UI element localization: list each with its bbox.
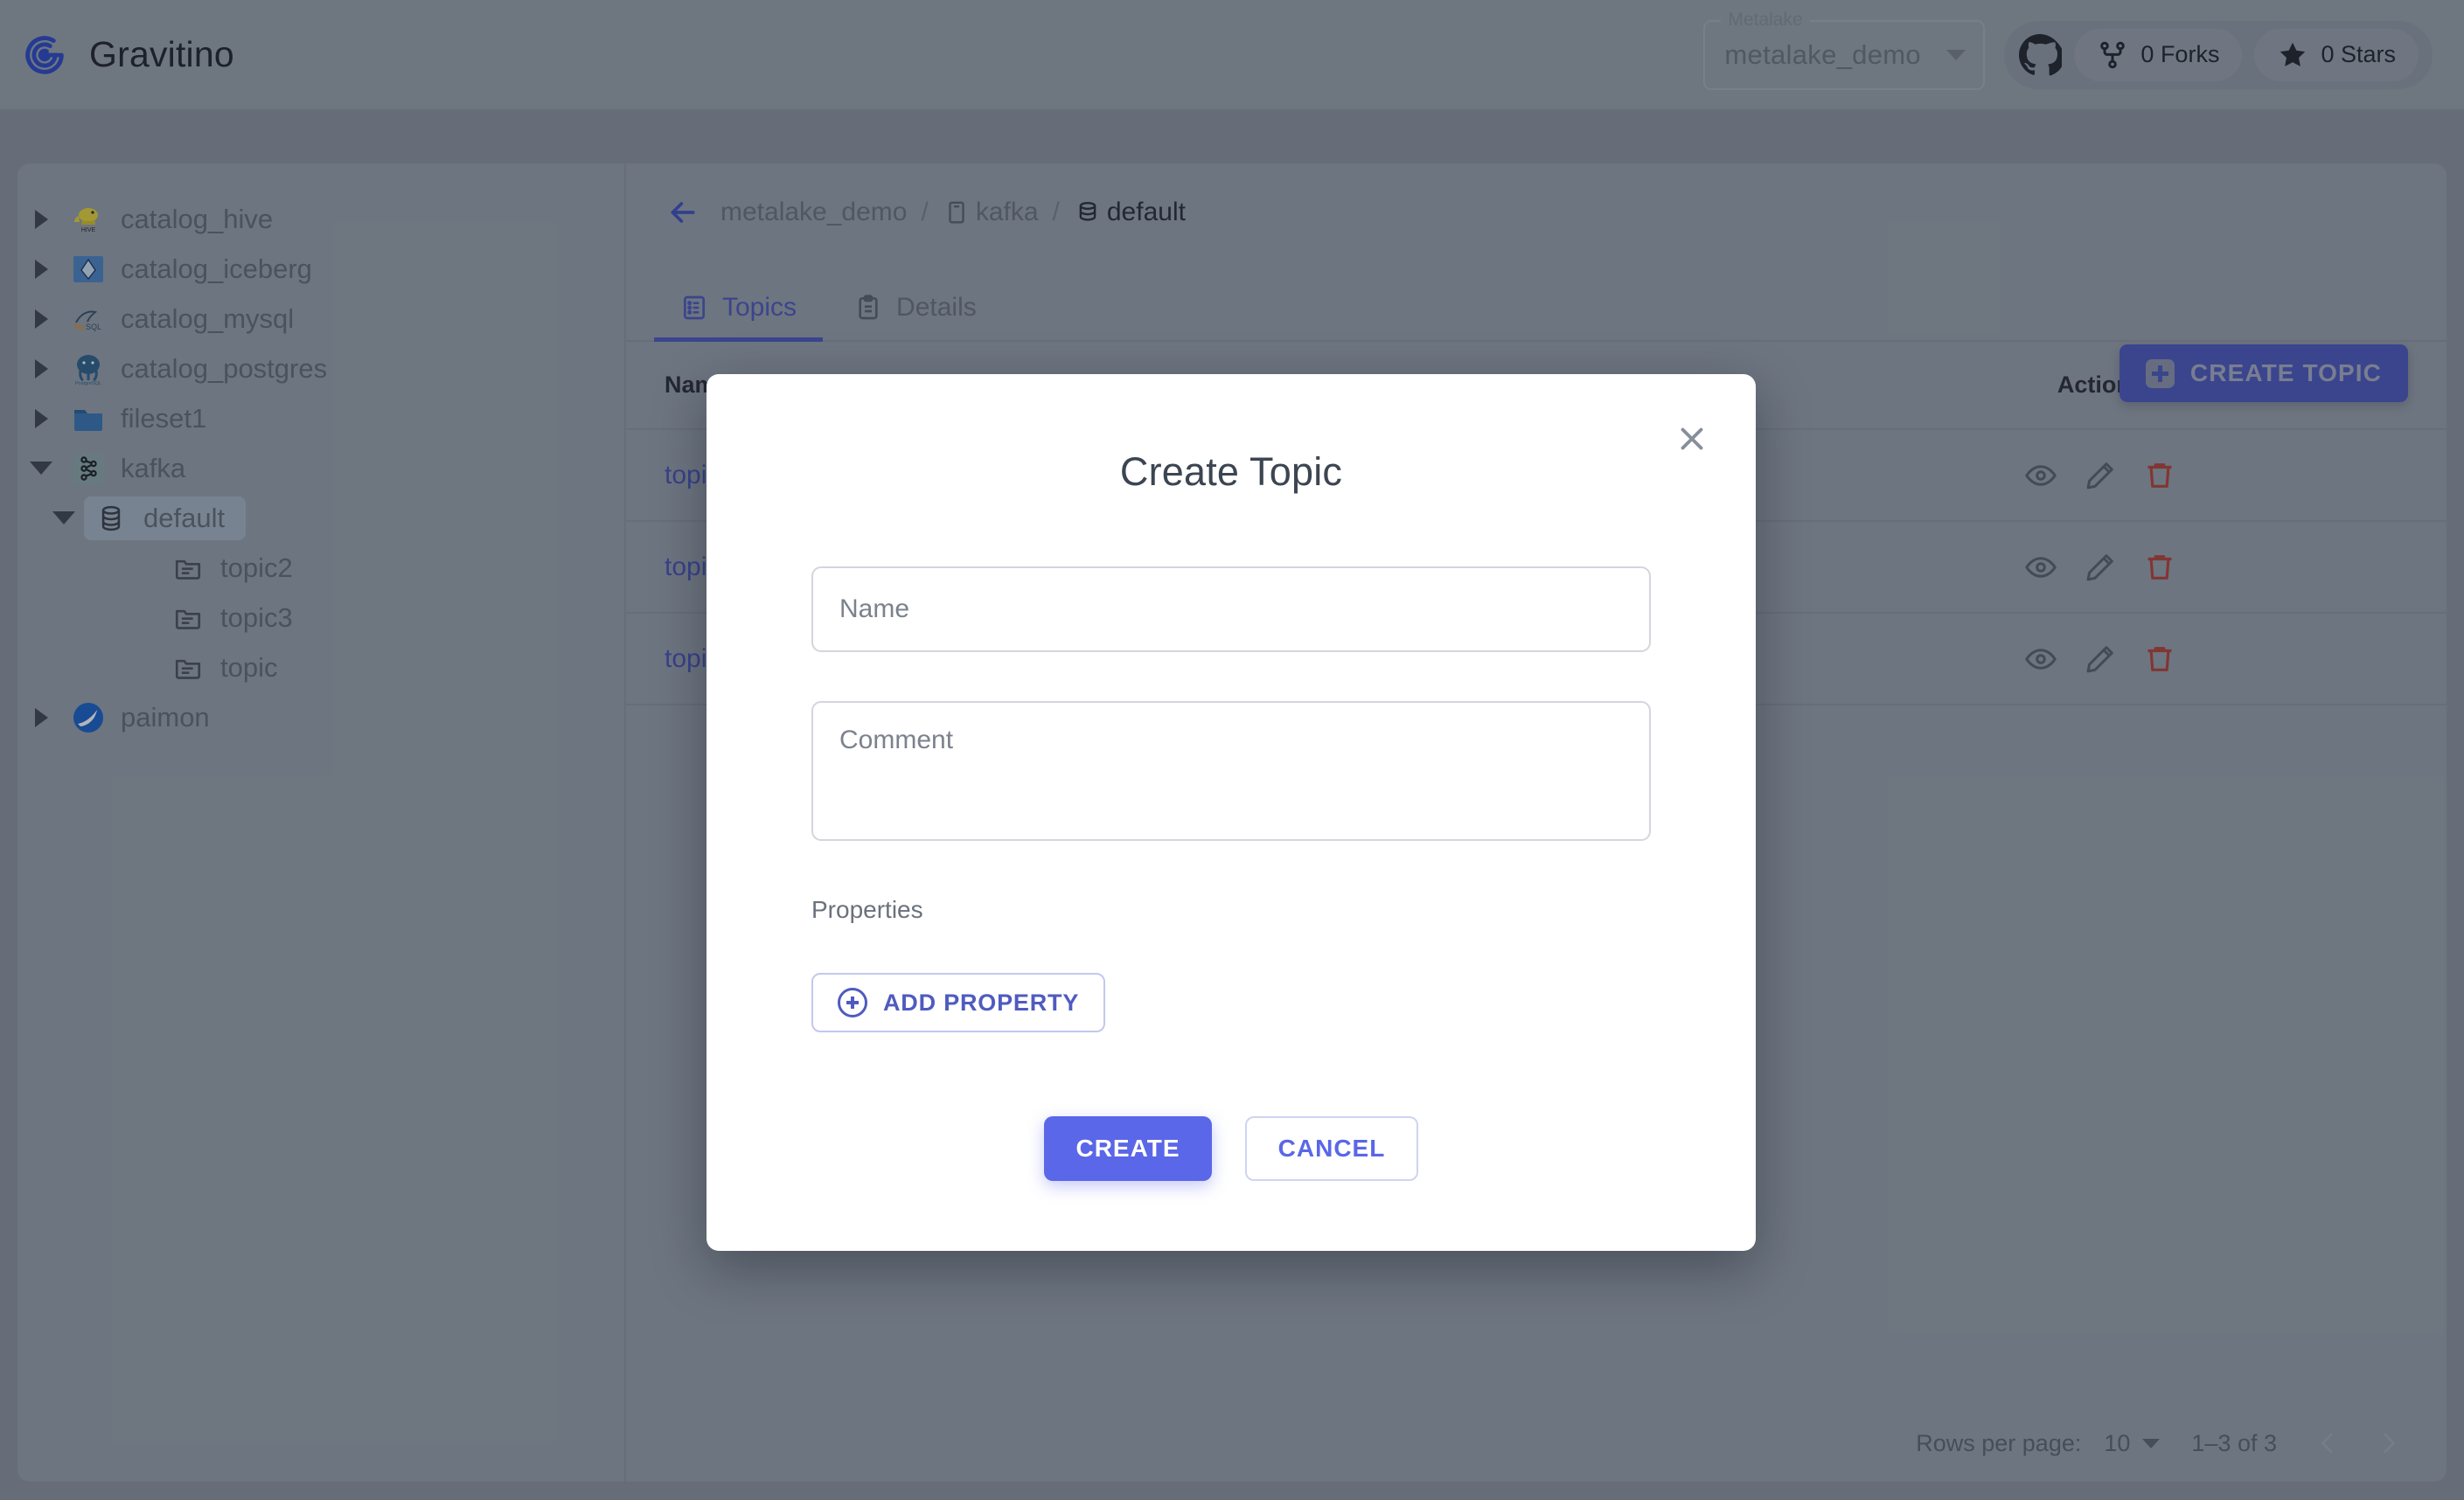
create-topic-dialog: Create Topic Properties ADD PROPERTY CRE… <box>706 374 1756 1251</box>
close-icon[interactable] <box>1667 413 1717 464</box>
add-property-label: ADD PROPERTY <box>883 990 1079 1017</box>
topic-name-input[interactable] <box>811 566 1651 652</box>
cancel-button[interactable]: CANCEL <box>1245 1116 1418 1181</box>
dialog-actions: CREATE CANCEL <box>811 1116 1651 1181</box>
dialog-body: Properties ADD PROPERTY CREATE CANCEL <box>706 566 1756 1181</box>
dialog-title: Create Topic <box>706 374 1756 495</box>
topic-comment-input[interactable] <box>811 701 1651 841</box>
app-root: Gravitino Metalake metalake_demo <box>0 0 2464 1500</box>
circle-plus-icon <box>838 988 867 1017</box>
create-button[interactable]: CREATE <box>1044 1116 1212 1181</box>
add-property-button[interactable]: ADD PROPERTY <box>811 973 1105 1032</box>
properties-label: Properties <box>811 896 1651 924</box>
